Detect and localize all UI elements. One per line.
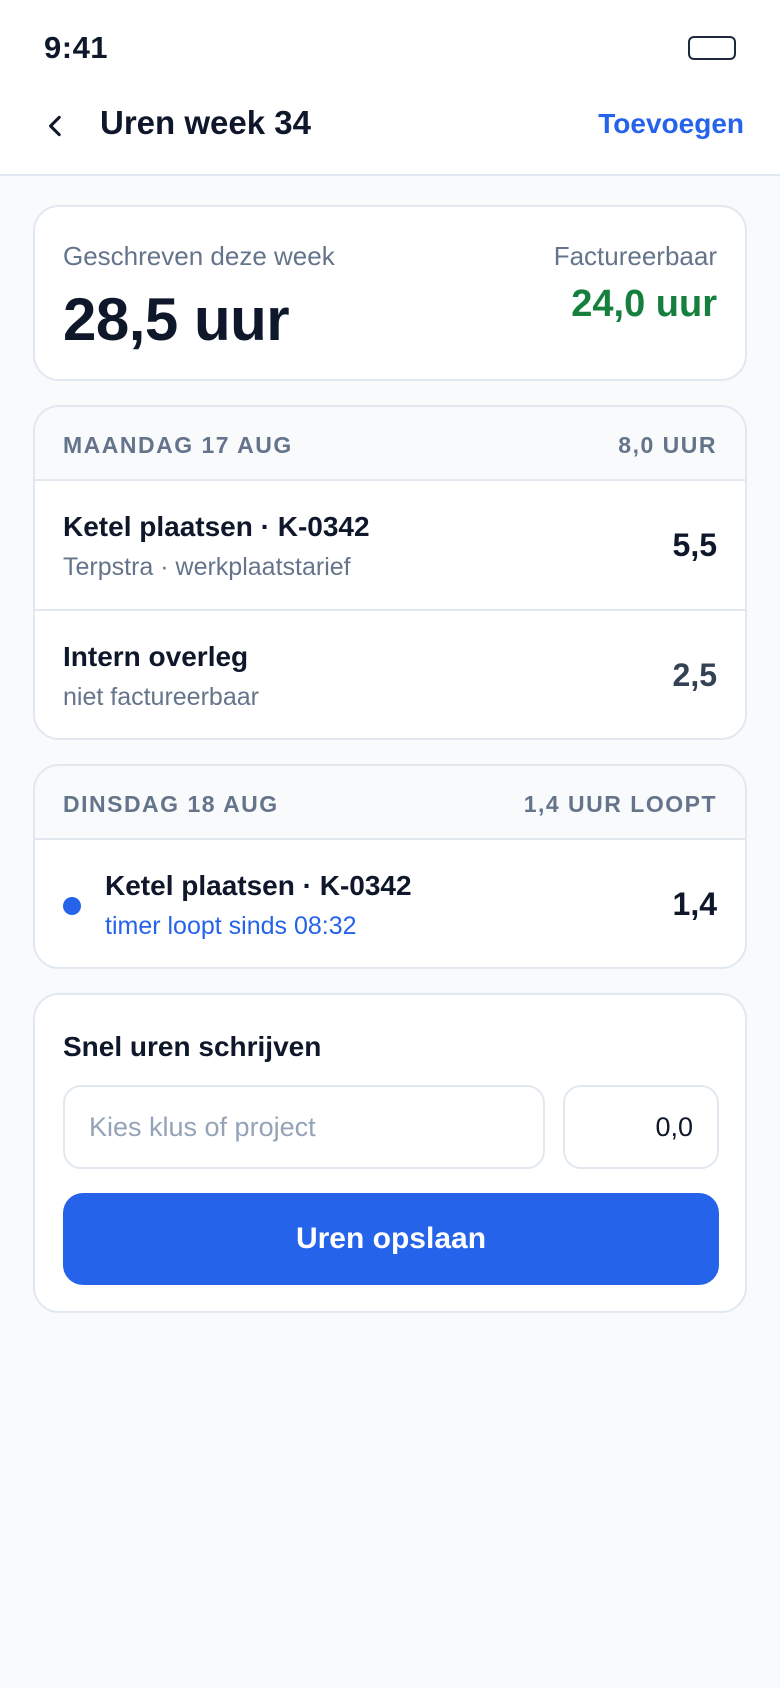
- back-button[interactable]: [30, 98, 82, 154]
- chevron-left-icon: [49, 115, 61, 137]
- battery-icon: [688, 36, 736, 60]
- entry-hours: 1,4: [672, 886, 717, 922]
- week-summary-card: Geschreven deze week 28,5 uur Factureerb…: [33, 205, 747, 381]
- written-label: Geschreven deze week: [63, 241, 335, 271]
- entry-title: Intern overleg: [63, 641, 249, 672]
- status-time: 9:41: [44, 30, 109, 65]
- day-card-monday: MAANDAG 17 AUG 8,0 UUR Ketel plaatsen · …: [33, 405, 747, 740]
- written-total: 28,5 uur: [63, 286, 290, 353]
- hours-input[interactable]: [563, 1085, 719, 1169]
- day-header: MAANDAG 17 AUG 8,0 UUR: [35, 407, 745, 481]
- entry-title: Ketel plaatsen · K-0342: [63, 511, 370, 542]
- entry-subtitle: niet factureerbaar: [63, 683, 259, 711]
- day-name: MAANDAG 17 AUG: [63, 432, 293, 458]
- day-name: DINSDAG 18 AUG: [63, 791, 279, 817]
- entry-hours: 5,5: [672, 527, 717, 563]
- running-indicator-icon: [63, 897, 81, 915]
- day-total: 1,4 UUR LOOPT: [523, 791, 717, 817]
- billable-label: Factureerbaar: [553, 241, 717, 271]
- add-button[interactable]: Toevoegen: [598, 108, 744, 140]
- project-input[interactable]: [63, 1085, 545, 1169]
- page-title: Uren week 34: [100, 104, 311, 141]
- running-time-entry[interactable]: Ketel plaatsen · K-0342 timer loopt sind…: [35, 840, 745, 967]
- entry-subtitle: timer loopt sinds 08:32: [105, 912, 357, 940]
- entry-subtitle: Terpstra · werkplaatstarief: [63, 553, 351, 581]
- entry-title: Ketel plaatsen · K-0342: [105, 870, 412, 901]
- time-entry[interactable]: Ketel plaatsen · K-0342 Terpstra · werkp…: [35, 481, 745, 609]
- quick-entry-title: Snel uren schrijven: [63, 1031, 322, 1062]
- save-hours-button[interactable]: Uren opslaan: [63, 1193, 719, 1285]
- top-bar: 9:41 Uren week 34 Toevoegen: [0, 0, 780, 176]
- quick-entry-card: Snel uren schrijven Uren opslaan: [33, 993, 747, 1313]
- day-total: 8,0 UUR: [618, 432, 717, 458]
- time-entry[interactable]: Intern overleg niet factureerbaar 2,5: [35, 609, 745, 737]
- entry-hours: 2,5: [672, 657, 717, 693]
- day-card-tuesday: DINSDAG 18 AUG 1,4 UUR LOOPT Ketel plaat…: [33, 764, 747, 969]
- day-header: DINSDAG 18 AUG 1,4 UUR LOOPT: [35, 766, 745, 840]
- billable-total: 24,0 uur: [571, 283, 717, 325]
